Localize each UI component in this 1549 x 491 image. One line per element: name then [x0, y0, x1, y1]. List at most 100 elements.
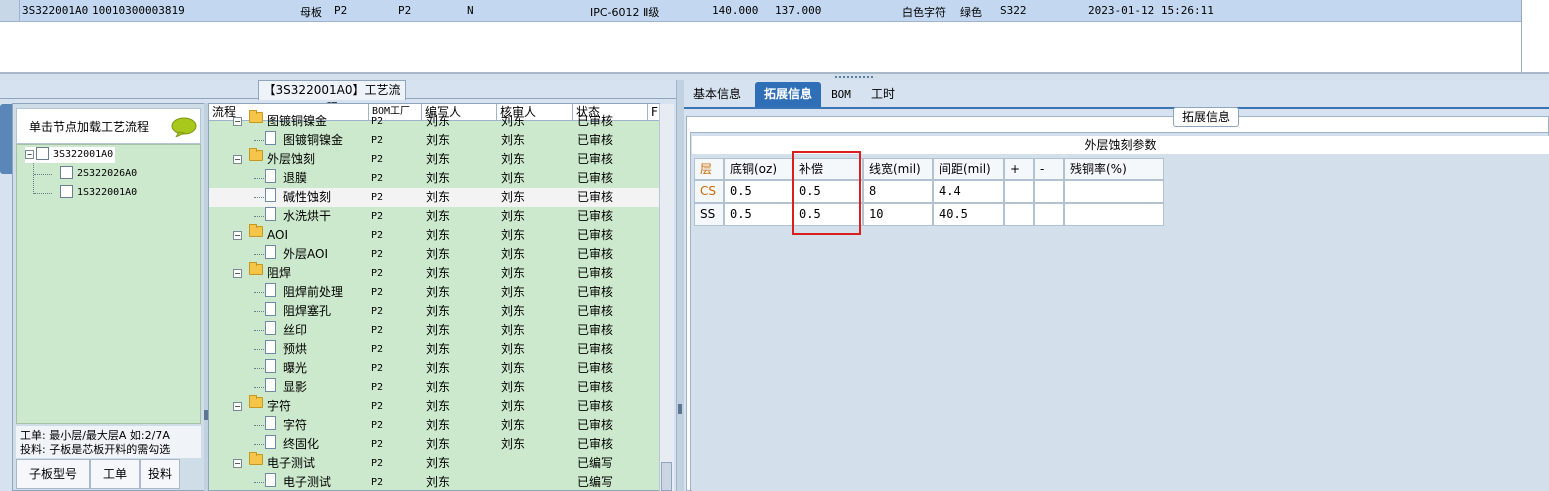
process-row[interactable]: 图镀铜镍金 P2 刘东 刘东 已审核 — [209, 131, 659, 150]
process-writer: 刘东 — [426, 304, 451, 318]
process-status: 已审核 — [577, 437, 614, 451]
process-reviewer: 刘东 — [501, 304, 526, 318]
process-bom: P2 — [371, 192, 384, 203]
collapse-icon[interactable]: − — [233, 402, 242, 411]
process-row[interactable]: 退膜 P2 刘东 刘东 已审核 — [209, 169, 659, 188]
process-row[interactable]: 预烘 P2 刘东 刘东 已审核 — [209, 340, 659, 359]
tab-work-order[interactable]: 工单 — [90, 459, 140, 489]
document-icon — [265, 416, 276, 430]
process-grid-scrollbar[interactable] — [659, 104, 674, 491]
process-name: 阻焊前处理 — [283, 285, 344, 299]
process-row[interactable]: 显影 P2 刘东 刘东 已审核 — [209, 378, 659, 397]
process-status: 已审核 — [577, 266, 614, 280]
process-writer: 刘东 — [426, 437, 451, 451]
process-row[interactable]: 阻焊前处理 P2 刘东 刘东 已审核 — [209, 283, 659, 302]
process-bom: P2 — [371, 439, 384, 450]
process-row[interactable]: − AOI P2 刘东 刘东 已审核 — [209, 224, 659, 245]
process-bom: P2 — [371, 344, 384, 355]
process-row[interactable]: 字符 P2 刘东 刘东 已审核 — [209, 416, 659, 435]
process-row[interactable]: 阻焊塞孔 P2 刘东 刘东 已审核 — [209, 302, 659, 321]
process-status: 已审核 — [577, 152, 614, 166]
tree-line — [254, 178, 264, 179]
process-reviewer: 刘东 — [501, 247, 526, 261]
splitter-middle-arrow-icon[interactable] — [678, 404, 682, 414]
process-reviewer: 刘东 — [501, 285, 526, 299]
etch-cell-plus[interactable] — [1004, 203, 1034, 226]
etch-cell-layer[interactable]: SS — [694, 203, 724, 226]
etch-header-spacing[interactable]: 间距(mil) — [933, 158, 1004, 180]
tree-line — [254, 311, 264, 312]
etch-header-residual[interactable]: 残铜率(%) — [1064, 158, 1164, 180]
process-bom: P2 — [371, 306, 384, 317]
top-grid-selected-row[interactable]: 3S322001A0 10010300003819 母板 P2 P2 N IPC… — [20, 0, 1522, 22]
process-row[interactable]: 曝光 P2 刘东 刘东 已审核 — [209, 359, 659, 378]
collapse-icon[interactable]: − — [233, 269, 242, 278]
etch-header-base-cu[interactable]: 底铜(oz) — [724, 158, 793, 180]
collapse-icon[interactable]: − — [233, 459, 242, 468]
etch-cell-plus[interactable] — [1004, 180, 1034, 203]
cell-datetime: 2023-01-12 15:26:11 — [1088, 4, 1214, 17]
etch-cell-minus[interactable] — [1034, 203, 1064, 226]
vertical-tab-structure[interactable] — [0, 104, 12, 174]
etch-cell-spacing[interactable]: 40.5 — [933, 203, 1004, 226]
tab-bom[interactable]: BOM — [825, 82, 857, 107]
etch-header-layer[interactable]: 层 — [694, 158, 724, 180]
process-row[interactable]: − 外层蚀刻 P2 刘东 刘东 已审核 — [209, 148, 659, 169]
process-bom: P2 — [371, 116, 384, 127]
tree-line — [254, 330, 264, 331]
process-name: 图镀铜镍金 — [267, 114, 328, 128]
process-row[interactable]: − 图镀铜镍金 P2 刘东 刘东 已审核 — [209, 110, 659, 131]
process-writer: 刘东 — [426, 323, 451, 337]
tab-work-hours[interactable]: 工时 — [864, 82, 902, 107]
etch-cell-spacing[interactable]: 4.4 — [933, 180, 1004, 203]
etch-header-minus[interactable]: - — [1034, 158, 1064, 180]
process-name: 字符 — [283, 418, 308, 432]
process-row[interactable]: − 阻焊 P2 刘东 刘东 已审核 — [209, 262, 659, 283]
document-icon — [265, 435, 276, 449]
process-status: 已审核 — [577, 209, 614, 223]
collapse-icon[interactable]: − — [233, 231, 242, 240]
splitter-middle[interactable] — [676, 80, 684, 491]
process-row[interactable]: − 字符 P2 刘东 刘东 已审核 — [209, 395, 659, 416]
process-reviewer: 刘东 — [501, 437, 526, 451]
process-reviewer: 刘东 — [501, 228, 526, 242]
tree-node-child[interactable]: 1S322001A0 — [60, 185, 137, 201]
tree-node-root[interactable]: −3S322001A0 — [25, 147, 116, 163]
process-row[interactable]: 丝印 P2 刘东 刘东 已审核 — [209, 321, 659, 340]
node-checkbox[interactable] — [36, 147, 49, 160]
tree-line — [254, 292, 264, 293]
node-checkbox[interactable] — [60, 185, 73, 198]
etch-cell-minus[interactable] — [1034, 180, 1064, 203]
tab-basic-info[interactable]: 基本信息 — [686, 82, 748, 107]
row-indicator[interactable] — [0, 0, 20, 22]
collapse-icon[interactable]: − — [25, 150, 34, 159]
process-row[interactable]: − 电子测试 P2 刘东 已编写 — [209, 452, 659, 473]
etch-cell-base-cu[interactable]: 0.5 — [724, 180, 793, 203]
process-grid-scroll-thumb[interactable] — [661, 462, 672, 491]
tab-sub-board-model[interactable]: 子板型号 — [16, 459, 90, 489]
etch-cell-layer[interactable]: CS — [694, 180, 724, 203]
node-checkbox[interactable] — [60, 166, 73, 179]
collapse-icon[interactable]: − — [233, 117, 242, 126]
process-row[interactable]: 终固化 P2 刘东 刘东 已审核 — [209, 435, 659, 454]
process-row[interactable]: 外层AOI P2 刘东 刘东 已审核 — [209, 245, 659, 264]
process-writer: 刘东 — [426, 285, 451, 299]
process-row[interactable]: 碱性蚀刻 P2 刘东 刘东 已审核 — [209, 188, 659, 207]
etch-cell-residual[interactable] — [1064, 203, 1164, 226]
etch-cell-line-width[interactable]: 10 — [863, 203, 933, 226]
tab-extended-info[interactable]: 拓展信息 — [755, 82, 821, 107]
tree-line — [34, 174, 52, 175]
process-row[interactable]: 水洗烘干 P2 刘东 刘东 已审核 — [209, 207, 659, 226]
etch-cell-base-cu[interactable]: 0.5 — [724, 203, 793, 226]
etch-cell-line-width[interactable]: 8 — [863, 180, 933, 203]
nav-tabs: 子板型号 工单 投料 — [16, 459, 201, 489]
tree-node-child[interactable]: 2S322026A0 — [60, 166, 137, 182]
etch-cell-residual[interactable] — [1064, 180, 1164, 203]
tab-feed[interactable]: 投料 — [140, 459, 180, 489]
tree-line — [34, 193, 52, 194]
etch-header-plus[interactable]: + — [1004, 158, 1034, 180]
etch-header-line-width[interactable]: 线宽(mil) — [863, 158, 933, 180]
process-row[interactable]: 电子测试 P2 刘东 已编写 — [209, 473, 659, 491]
process-status: 已审核 — [577, 304, 614, 318]
collapse-icon[interactable]: − — [233, 155, 242, 164]
